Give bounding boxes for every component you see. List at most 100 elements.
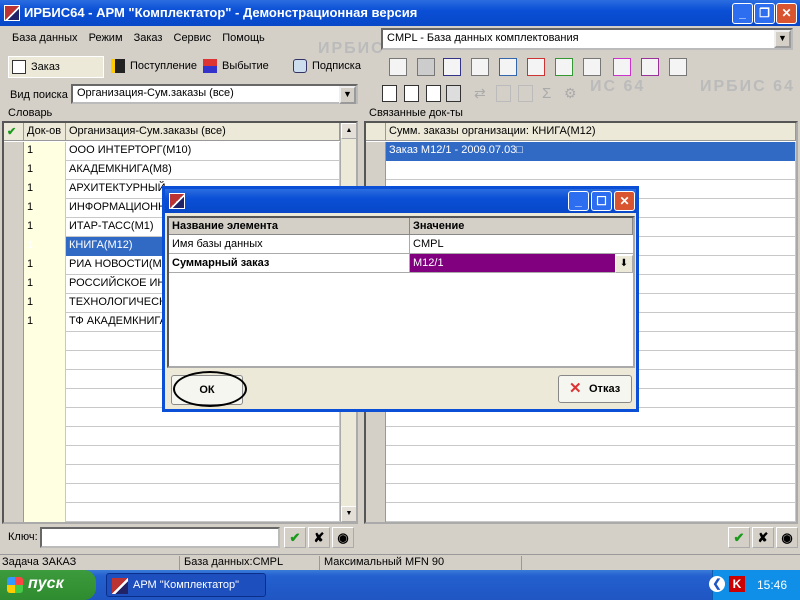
tab-order[interactable]: Заказ bbox=[8, 56, 104, 78]
database-select-value: CMPL - База данных комплектования bbox=[387, 32, 579, 44]
table-row[interactable] bbox=[366, 427, 796, 446]
org-name-cell bbox=[66, 465, 340, 484]
docs-count-cell bbox=[24, 465, 66, 484]
table-row[interactable] bbox=[366, 446, 796, 465]
chevron-down-icon[interactable]: ▼ bbox=[339, 86, 356, 104]
table-row[interactable]: Заказ М12/1 - 2009.07.03□ bbox=[366, 142, 796, 161]
table-row[interactable] bbox=[4, 503, 340, 522]
document-search-icon[interactable] bbox=[555, 58, 573, 76]
window-titlebar[interactable]: ИРБИС64 - АРМ "Комплектатор" - Демонстра… bbox=[0, 0, 800, 26]
linked-docs-header[interactable]: Сумм. заказы организации: КНИГА(М12) bbox=[386, 123, 796, 141]
irbis-app-icon bbox=[169, 193, 185, 209]
dialog-close-button[interactable]: ✕ bbox=[614, 191, 635, 211]
move-icon[interactable]: ⇄ bbox=[474, 85, 489, 102]
menu-item-help[interactable]: Помощь bbox=[218, 28, 269, 48]
dialog-maximize-button[interactable]: ☐ bbox=[591, 191, 612, 211]
clear-filter-icon[interactable]: ✘ bbox=[308, 527, 330, 548]
main-toolbar bbox=[381, 54, 693, 80]
summary-order-combo[interactable]: М12/1 bbox=[410, 254, 615, 273]
table-row[interactable] bbox=[4, 484, 340, 503]
table-row[interactable] bbox=[4, 427, 340, 446]
apply-check-icon-right[interactable]: ✔ bbox=[728, 527, 750, 548]
status-database: База данных:CMPL bbox=[182, 556, 320, 570]
tab-subscription[interactable]: Подписка bbox=[290, 56, 374, 78]
row-indicator bbox=[4, 408, 24, 427]
search-type-value: Организация-Сум.заказы (все) bbox=[77, 87, 234, 99]
table-row[interactable]: 1 ООО ИНТЕРТОРГ(М10) bbox=[4, 142, 340, 161]
print-icon[interactable] bbox=[417, 58, 435, 76]
menu-item-database[interactable]: База данных bbox=[8, 28, 82, 48]
chevron-down-icon[interactable]: ▼ bbox=[774, 30, 791, 48]
table-row[interactable] bbox=[4, 446, 340, 465]
windows-flag-icon bbox=[7, 577, 23, 593]
system-tray: ❮ K 15:46 bbox=[709, 570, 800, 600]
copy-documents-icon[interactable] bbox=[471, 58, 489, 76]
merge-record-icon[interactable] bbox=[446, 85, 461, 102]
document-red-icon[interactable] bbox=[527, 58, 545, 76]
copy-record-icon[interactable] bbox=[404, 85, 419, 102]
search-type-select[interactable]: Организация-Сум.заказы (все) ▼ bbox=[71, 84, 358, 104]
org-column-header[interactable]: Организация-Сум.заказы (все) bbox=[66, 123, 340, 141]
menu-item-mode[interactable]: Режим bbox=[85, 28, 127, 48]
docs-count-cell bbox=[24, 484, 66, 503]
row-indicator bbox=[366, 465, 386, 484]
dialog-row-name: Суммарный заказ bbox=[169, 254, 410, 273]
docs-column-header[interactable]: Док-ов bbox=[24, 123, 66, 141]
list-icon[interactable] bbox=[583, 58, 601, 76]
table-row[interactable] bbox=[366, 484, 796, 503]
docs-count-cell: 1 bbox=[24, 161, 66, 180]
table-row[interactable] bbox=[4, 465, 340, 484]
disabled-doc-icon[interactable] bbox=[496, 85, 511, 102]
view-eye-icon-right[interactable]: ◉ bbox=[776, 527, 798, 548]
tab-disposal[interactable]: Выбытие bbox=[200, 56, 280, 78]
dialog-property-grid[interactable]: Название элемента Значение Имя базы данн… bbox=[167, 216, 635, 368]
linked-doc-cell bbox=[386, 503, 796, 522]
menu-item-service[interactable]: Сервис bbox=[170, 28, 216, 48]
docs-count-cell: 1 bbox=[24, 199, 66, 218]
disabled-mail-icon[interactable] bbox=[518, 85, 533, 102]
restore-button[interactable]: ❐ bbox=[754, 3, 775, 24]
table-row[interactable] bbox=[366, 161, 796, 180]
antivirus-k-icon[interactable]: K bbox=[729, 576, 745, 592]
scroll-up-icon[interactable]: ▲ bbox=[341, 123, 356, 139]
table-row[interactable]: 1 АКАДЕМКНИГА(М8) bbox=[4, 161, 340, 180]
scroll-down-icon[interactable]: ▼ bbox=[341, 506, 356, 522]
settings-dialog: _ ☐ ✕ Название элемента Значение Имя баз… bbox=[162, 186, 639, 412]
menu-item-order[interactable]: Заказ bbox=[130, 28, 167, 48]
toggle-icon[interactable] bbox=[613, 58, 631, 76]
watermark-text-right: ИРБИС 64 bbox=[700, 78, 795, 95]
view-eye-icon[interactable]: ◉ bbox=[332, 527, 354, 548]
table-row[interactable] bbox=[366, 503, 796, 522]
document-blue-icon[interactable] bbox=[499, 58, 517, 76]
taskbar-app-button[interactable]: АРМ "Комплектатор" bbox=[106, 573, 266, 597]
subscription-icon bbox=[293, 59, 307, 73]
close-button[interactable]: ✕ bbox=[776, 3, 797, 24]
dialog-row-value[interactable]: CMPL bbox=[410, 235, 633, 254]
row-indicator bbox=[4, 275, 24, 294]
settings-icon[interactable]: ⚙ bbox=[564, 85, 579, 102]
chart-icon[interactable] bbox=[641, 58, 659, 76]
apply-check-icon[interactable]: ✔ bbox=[284, 527, 306, 548]
dialog-name-header: Название элемента bbox=[169, 218, 410, 235]
org-name-cell bbox=[66, 446, 340, 465]
key-input[interactable] bbox=[40, 527, 280, 548]
download-arrow-icon[interactable]: ⬇ bbox=[615, 255, 633, 273]
dialog-titlebar[interactable]: _ ☐ ✕ bbox=[165, 189, 636, 213]
tab-receipt[interactable]: Поступление bbox=[108, 56, 200, 78]
edit-record-icon[interactable] bbox=[426, 85, 441, 102]
minimize-button[interactable]: _ bbox=[732, 3, 753, 24]
chevron-left-icon[interactable]: ❮ bbox=[709, 576, 725, 592]
cancel-button[interactable]: ✕ Отказ bbox=[558, 375, 632, 403]
refresh-icon[interactable] bbox=[669, 58, 687, 76]
sum-icon[interactable]: Σ bbox=[542, 85, 557, 102]
start-button[interactable]: пуск bbox=[0, 570, 96, 600]
document-edit-icon[interactable] bbox=[443, 58, 461, 76]
disposal-icon bbox=[203, 59, 217, 73]
new-document-icon[interactable] bbox=[389, 58, 407, 76]
dialog-minimize-button[interactable]: _ bbox=[568, 191, 589, 211]
clear-filter-icon-right[interactable]: ✘ bbox=[752, 527, 774, 548]
row-indicator bbox=[4, 389, 24, 408]
table-row[interactable] bbox=[366, 465, 796, 484]
new-record-icon[interactable] bbox=[382, 85, 397, 102]
database-select[interactable]: CMPL - База данных комплектования ▼ bbox=[381, 28, 793, 50]
